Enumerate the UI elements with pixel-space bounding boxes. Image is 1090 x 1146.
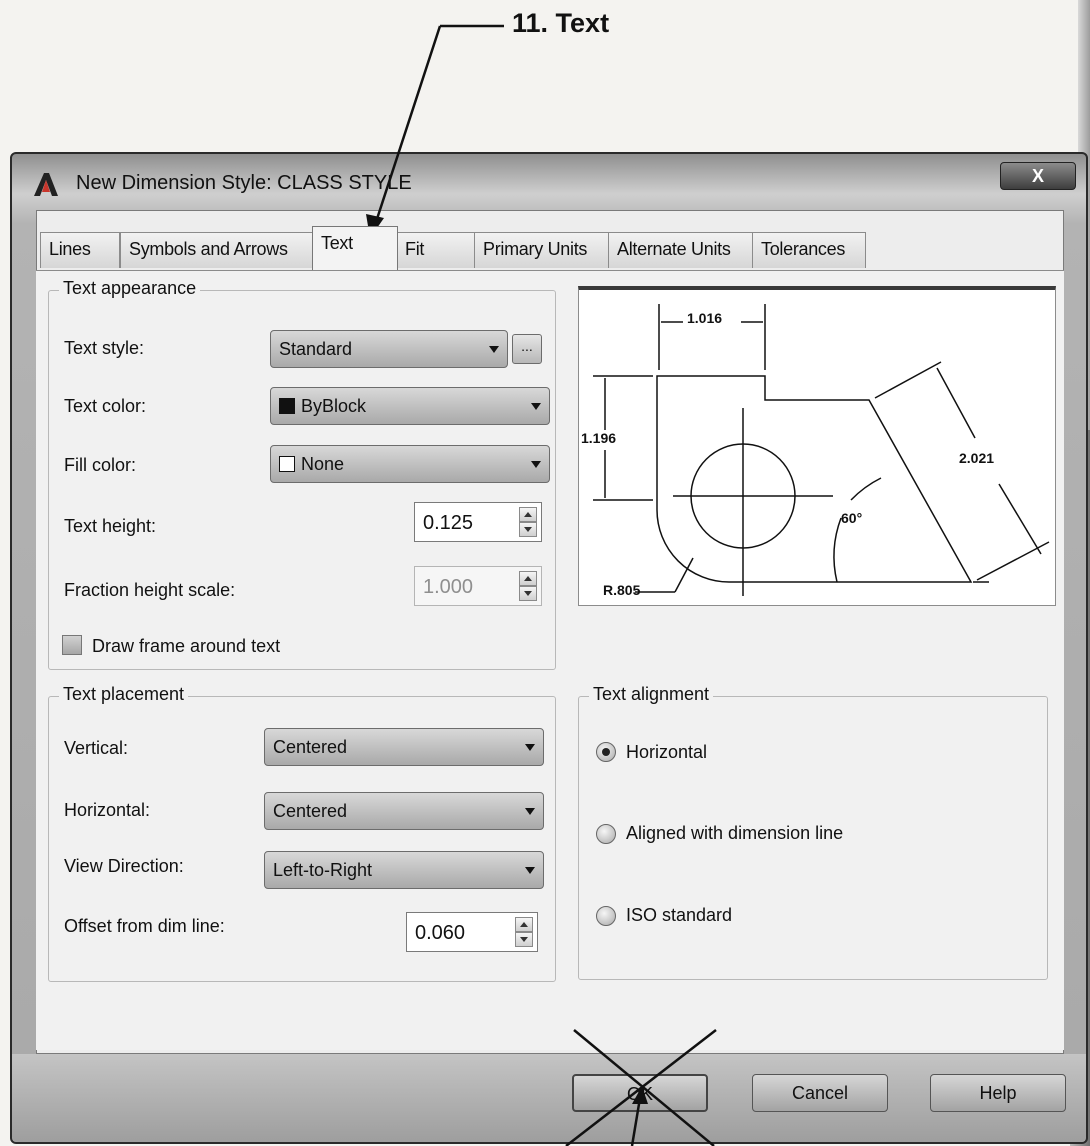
tab-fit[interactable]: Fit (396, 232, 476, 268)
fill-color-dropdown[interactable]: None (270, 445, 550, 483)
text-height-spinner[interactable] (519, 507, 537, 537)
draw-frame-checkbox[interactable] (62, 635, 82, 655)
radio-horizontal-label: Horizontal (626, 742, 708, 762)
spin-down-icon[interactable] (519, 522, 537, 537)
spin-up-icon[interactable] (519, 507, 537, 522)
tab-alternate-units[interactable]: Alternate Units (608, 232, 754, 268)
text-style-dropdown[interactable]: Standard (270, 330, 508, 368)
autocad-app-icon (34, 173, 58, 196)
annotation-label: 11. Text (512, 8, 610, 38)
close-button[interactable]: X (1000, 162, 1076, 190)
tab-tolerances[interactable]: Tolerances (752, 232, 866, 268)
radio-iso-label: ISO standard (626, 905, 733, 925)
chevron-down-icon (525, 744, 535, 751)
spin-up-icon[interactable] (519, 571, 537, 586)
text-color-label: Text color: (64, 396, 147, 416)
fraction-height-scale-value: 1.000 (423, 576, 474, 598)
offset-input[interactable]: 0.060 (406, 912, 538, 952)
text-style-value: Standard (279, 339, 353, 359)
view-direction-label: View Direction: (64, 856, 184, 876)
preview-dim-angle: 60° (841, 510, 863, 526)
fill-color-value: None (301, 454, 345, 474)
color-swatch-icon (279, 456, 295, 472)
offset-value: 0.060 (415, 922, 466, 944)
chevron-down-icon (531, 403, 541, 410)
ok-button[interactable]: OK (572, 1074, 708, 1112)
text-color-dropdown[interactable]: ByBlock (270, 387, 550, 425)
spin-down-icon[interactable] (519, 586, 537, 601)
spin-down-icon[interactable] (515, 932, 533, 947)
vertical-value: Centered (273, 737, 348, 757)
text-style-label: Text style: (64, 338, 145, 358)
fraction-height-scale-input[interactable]: 1.000 (414, 566, 542, 606)
preview-dim-left: 1.196 (581, 430, 617, 446)
radio-aligned-label: Aligned with dimension line (626, 823, 844, 843)
horizontal-value: Centered (273, 801, 348, 821)
preview-dim-top: 1.016 (687, 310, 723, 326)
tab-strip: Lines Symbols and Arrows Text Fit Primar… (40, 226, 870, 270)
text-height-value: 0.125 (423, 512, 474, 534)
chevron-down-icon (489, 346, 499, 353)
text-style-browse-button[interactable]: ... (512, 334, 542, 364)
horizontal-dropdown[interactable]: Centered (264, 792, 544, 830)
chevron-down-icon (525, 867, 535, 874)
radio-aligned-with-dimension-line[interactable] (596, 824, 616, 844)
tab-primary-units[interactable]: Primary Units (474, 232, 610, 268)
view-direction-value: Left-to-Right (273, 860, 373, 880)
button-bar (12, 1054, 1086, 1142)
horizontal-label: Horizontal: (64, 800, 151, 820)
vertical-dropdown[interactable]: Centered (264, 728, 544, 766)
fill-color-label: Fill color: (64, 455, 137, 475)
group-title-text-appearance: Text appearance (59, 278, 201, 299)
color-swatch-icon (279, 398, 295, 414)
chevron-down-icon (525, 808, 535, 815)
chevron-down-icon (531, 461, 541, 468)
group-title-text-placement: Text placement (59, 684, 189, 705)
preview-dim-radius: R.805 (603, 582, 641, 598)
vertical-label: Vertical: (64, 738, 129, 758)
tab-text[interactable]: Text (312, 226, 398, 270)
fraction-height-spinner[interactable] (519, 571, 537, 601)
text-height-input[interactable]: 0.125 (414, 502, 542, 542)
preview-dim-right: 2.021 (959, 450, 995, 466)
spin-up-icon[interactable] (515, 917, 533, 932)
offset-label: Offset from dim line: (64, 916, 225, 936)
fraction-height-scale-label: Fraction height scale: (64, 580, 236, 600)
tab-lines[interactable]: Lines (40, 232, 120, 268)
offset-spinner[interactable] (515, 917, 533, 947)
text-height-label: Text height: (64, 516, 157, 536)
title-bar: New Dimension Style: CLASS STYLE X (12, 154, 1086, 212)
window-title: New Dimension Style: CLASS STYLE (76, 172, 412, 194)
radio-horizontal[interactable] (596, 742, 616, 762)
text-color-value: ByBlock (301, 396, 367, 416)
draw-frame-label: Draw frame around text (92, 636, 281, 656)
cancel-button[interactable]: Cancel (752, 1074, 888, 1112)
radio-iso-standard[interactable] (596, 906, 616, 926)
view-direction-dropdown[interactable]: Left-to-Right (264, 851, 544, 889)
dimension-preview: 1.016 1.196 2.021 60° R.805 (578, 286, 1056, 606)
group-title-text-alignment: Text alignment (589, 684, 714, 705)
preview-drawing (593, 304, 1050, 596)
help-button[interactable]: Help (930, 1074, 1066, 1112)
